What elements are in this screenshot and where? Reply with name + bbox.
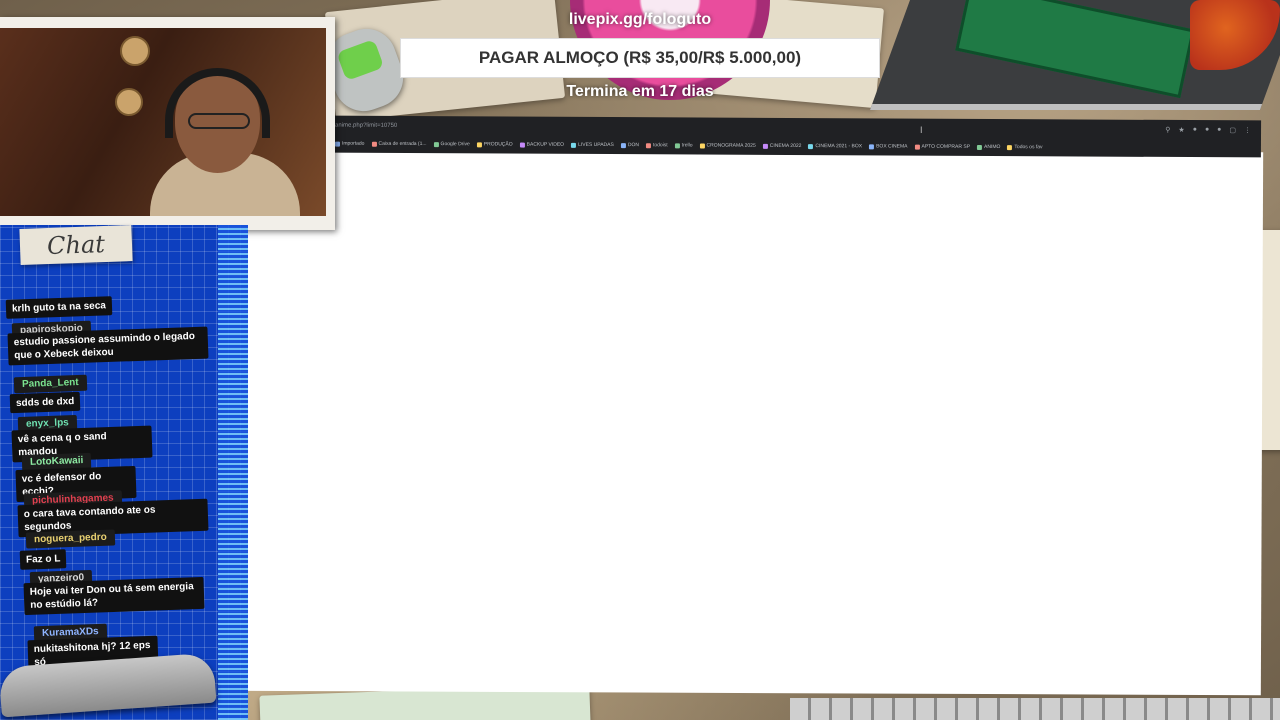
menu-icon[interactable]: ⋮	[1244, 126, 1251, 134]
extension-icon[interactable]: ●	[1217, 126, 1221, 134]
bookmark-label: PRODUÇÃO	[483, 141, 513, 148]
bookmark-favicon-icon	[571, 142, 577, 148]
goal-deadline: Termina em 17 dias	[566, 83, 714, 100]
bookmark-label: ANIMO	[984, 143, 1001, 151]
extension-icon[interactable]: ▢	[1229, 126, 1236, 134]
chat-username: Panda_Lent	[13, 374, 87, 394]
bookmark-favicon-icon	[519, 142, 525, 148]
bookmark-favicon-icon	[476, 141, 482, 147]
wall-clock-decoration	[115, 88, 143, 116]
glasses-icon	[188, 113, 250, 129]
bookmark-item[interactable]: todoist	[645, 142, 668, 149]
bookmark-item[interactable]: BACKUP VIDEO	[519, 141, 565, 148]
wall-clock-decoration	[120, 36, 150, 66]
chat-message-text: Faz o L	[19, 549, 67, 570]
bookmark-favicon-icon	[914, 144, 920, 150]
bookmark-item[interactable]: PRODUÇÃO	[476, 141, 513, 148]
bookmark-item[interactable]: APTO COMPRAR SP	[914, 144, 970, 150]
webcam-feed	[0, 28, 326, 216]
goal-bar: PAGAR ALMOÇO (R$ 35,00/R$ 5.000,00)	[400, 38, 880, 78]
chat-decorative-stripes	[218, 225, 248, 720]
bookmark-item[interactable]: CINEMA 2022	[762, 142, 802, 150]
bookmark-label: CINEMA 2022	[769, 142, 802, 150]
bookmark-favicon-icon	[371, 141, 377, 147]
goal-title: PAGAR ALMOÇO (R$ 35,00/R$ 5.000,00)	[478, 48, 802, 67]
bookmark-label: Todos os fav	[1014, 144, 1043, 151]
bookmark-label: DON	[627, 142, 639, 149]
bookmark-label: Importado	[341, 140, 365, 147]
bookmark-favicon-icon	[762, 143, 768, 149]
bookmark-favicon-icon	[869, 143, 875, 149]
toolbar-icons: ⚲ ★ ● ● ● ▢ ⋮	[1165, 125, 1261, 134]
bookmark-item[interactable]: Google Drive	[433, 141, 470, 148]
bookmark-favicon-icon	[674, 142, 680, 148]
bookmark-label: LIVES UPADAS	[578, 141, 614, 149]
keyboard-keys-decoration	[790, 698, 1280, 720]
bookmark-label: BOX CINEMA	[876, 143, 908, 150]
bookmark-favicon-icon	[620, 142, 626, 148]
zoom-icon[interactable]: ⚲	[1165, 125, 1170, 133]
bookmark-item[interactable]: Importado	[334, 140, 365, 147]
bookmark-item[interactable]: Caixa de entrada (1...	[371, 140, 427, 148]
address-text[interactable]: anime.php?limit=10750	[335, 122, 397, 128]
bookmark-favicon-icon	[645, 142, 651, 148]
chat-message-text: sdds de dxd	[9, 391, 81, 414]
bookmark-item[interactable]: CRONOGRAMA 2025	[699, 142, 756, 149]
bookmark-item[interactable]: LIVES UPADAS	[571, 142, 614, 148]
bookmark-favicon-icon	[1007, 144, 1013, 150]
extension-icon[interactable]: ●	[1193, 126, 1197, 134]
bookmark-item[interactable]: BOX CINEMA	[869, 143, 908, 150]
extension-icon[interactable]: ●	[1205, 126, 1209, 134]
bookmark-item[interactable]: trello	[674, 142, 693, 149]
bookmark-label: APTO COMPRAR SP	[921, 143, 971, 150]
bookmark-label: trello	[681, 142, 693, 149]
star-icon[interactable]: ★	[1178, 125, 1184, 133]
chat-message-text: Hoje vai ter Don ou tá sem energia no es…	[23, 576, 205, 616]
bookmark-favicon-icon	[433, 141, 439, 147]
bookmark-favicon-icon	[699, 142, 705, 149]
chat-title: Chat	[19, 225, 133, 265]
browser-page-content[interactable]	[228, 147, 1264, 696]
chat-message-text: krlh guto ta na seca	[5, 296, 113, 319]
bookmark-label: todoist	[652, 142, 668, 149]
text-cursor-icon: I	[920, 125, 923, 135]
browser-chrome: anime.php?limit=10750 ⚲ ★ ● ● ● ▢ ⋮ Impo…	[332, 115, 1262, 158]
bookmark-item[interactable]: ANIMO	[977, 144, 1000, 150]
bookmark-favicon-icon	[808, 143, 814, 149]
bookmark-favicon-icon	[977, 144, 983, 150]
bookmark-item[interactable]: CINEMA 2021 - BOX	[808, 143, 862, 149]
chat-username: noguera_pedro	[25, 529, 116, 549]
bookmark-label: Google Drive	[440, 141, 470, 148]
bookmark-label: Caixa de entrada (1...	[378, 140, 427, 148]
bookmark-label: BACKUP VIDEO	[526, 141, 565, 148]
goal-url: livepix.gg/fologuto	[568, 11, 712, 28]
bookmark-label: CRONOGRAMA 2025	[706, 142, 756, 149]
bookmark-item[interactable]: Todos os fav	[1007, 144, 1043, 151]
bookmark-item[interactable]: DON	[620, 142, 639, 149]
bookmark-label: CINEMA 2021 - BOX	[815, 143, 863, 150]
bookmark-favicon-icon	[334, 141, 340, 147]
